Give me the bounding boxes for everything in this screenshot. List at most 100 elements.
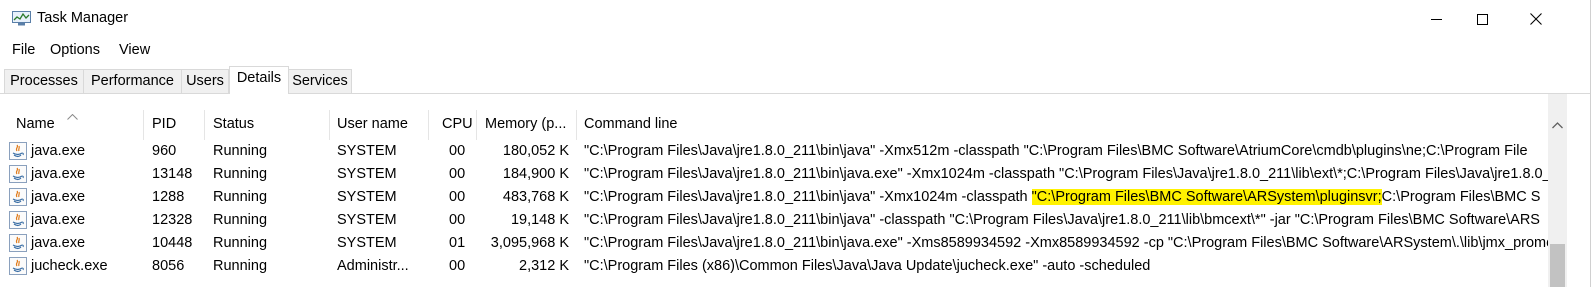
tab-users[interactable]: Users <box>181 69 229 93</box>
sort-ascending-icon <box>67 107 78 123</box>
java-process-icon <box>9 188 27 206</box>
process-name: java.exe <box>31 235 86 251</box>
process-name: java.exe <box>31 166 86 182</box>
process-cpu: 00 <box>449 189 466 205</box>
java-process-icon <box>9 165 27 183</box>
menu-file[interactable]: File <box>12 42 35 58</box>
table-header: Name PID Status User name CPU Memory (p.… <box>0 94 1548 140</box>
vertical-scrollbar[interactable] <box>1548 94 1567 287</box>
column-divider[interactable] <box>143 110 144 140</box>
close-icon <box>1530 13 1542 25</box>
table-row[interactable]: java.exe 1288 Running SYSTEM 00 483,768 … <box>0 186 1548 209</box>
table-row[interactable]: jucheck.exe 8056 Running Administr... 00… <box>0 255 1548 278</box>
command-text: "C:\Program Files\Java\jre1.8.0_211\bin\… <box>584 212 1540 228</box>
table-row[interactable]: java.exe 13148 Running SYSTEM 00 184,900… <box>0 163 1548 186</box>
table-row[interactable]: java.exe 10448 Running SYSTEM 01 3,095,9… <box>0 232 1548 255</box>
process-memory: 483,768 K <box>502 189 569 205</box>
command-text: "C:\Program Files\Java\jre1.8.0_211\bin\… <box>584 166 1548 182</box>
scroll-up-arrow-icon[interactable] <box>1552 116 1563 132</box>
process-name: java.exe <box>31 143 86 159</box>
process-cpu: 00 <box>449 258 466 274</box>
command-highlight: "C:\Program Files\BMC Software\ARSystem\… <box>1031 189 1382 205</box>
menu-bar: File Options View <box>0 38 1590 64</box>
command-text: "C:\Program Files\Java\jre1.8.0_211\bin\… <box>584 235 1548 251</box>
command-text: "C:\Program Files\Java\jre1.8.0_211\bin\… <box>584 189 1032 205</box>
tab-performance[interactable]: Performance <box>83 69 182 93</box>
tab-details[interactable]: Details <box>229 66 289 94</box>
process-pid: 8056 <box>152 258 185 274</box>
minimize-button[interactable] <box>1413 0 1459 38</box>
close-button[interactable] <box>1513 0 1559 38</box>
process-status: Running <box>213 166 268 182</box>
menu-options[interactable]: Options <box>50 42 100 58</box>
tab-strip: Processes Performance Users Details Serv… <box>0 64 1590 94</box>
java-process-icon <box>9 142 27 160</box>
process-command-line: "C:\Program Files\Java\jre1.8.0_211\bin\… <box>584 166 1548 182</box>
process-details-table: Name PID Status User name CPU Memory (p.… <box>0 94 1548 287</box>
process-name: jucheck.exe <box>31 258 108 274</box>
command-text-rest: C:\Program Files\BMC S <box>1381 189 1541 205</box>
window-title: Task Manager <box>37 10 129 26</box>
command-text: "C:\Program Files\Java\jre1.8.0_211\bin\… <box>584 143 1528 159</box>
process-cpu: 00 <box>449 143 466 159</box>
process-command-line: "C:\Program Files\Java\jre1.8.0_211\bin\… <box>584 235 1548 251</box>
tab-processes[interactable]: Processes <box>4 69 84 93</box>
process-memory: 184,900 K <box>502 166 569 182</box>
process-user: SYSTEM <box>337 143 397 159</box>
process-name: java.exe <box>31 189 86 205</box>
tab-services[interactable]: Services <box>288 69 352 93</box>
java-process-icon <box>9 234 27 252</box>
column-divider[interactable] <box>428 110 429 140</box>
minimize-icon <box>1430 18 1442 20</box>
table-row[interactable]: java.exe 960 Running SYSTEM 00 180,052 K… <box>0 140 1548 163</box>
table-row[interactable]: java.exe 12328 Running SYSTEM 00 19,148 … <box>0 209 1548 232</box>
process-user: SYSTEM <box>337 212 397 228</box>
column-header-user-name[interactable]: User name <box>337 116 408 132</box>
process-name: java.exe <box>31 212 86 228</box>
column-header-name[interactable]: Name <box>16 116 55 132</box>
process-user: Administr... <box>337 258 409 274</box>
column-divider[interactable] <box>329 110 330 140</box>
menu-view[interactable]: View <box>119 42 150 58</box>
process-pid: 1288 <box>152 189 185 205</box>
java-process-icon <box>9 257 27 275</box>
column-header-status[interactable]: Status <box>213 116 254 132</box>
task-manager-window: Task Manager File Options View Processes… <box>0 0 1591 287</box>
process-user: SYSTEM <box>337 235 397 251</box>
process-command-line: "C:\Program Files\Java\jre1.8.0_211\bin\… <box>584 143 1528 159</box>
process-command-line: "C:\Program Files (x86)\Common Files\Jav… <box>584 258 1150 274</box>
title-bar[interactable]: Task Manager <box>0 0 1590 38</box>
column-header-command-line[interactable]: Command line <box>584 116 678 132</box>
column-header-memory[interactable]: Memory (p... <box>485 116 566 132</box>
task-manager-icon <box>12 11 31 26</box>
maximize-icon <box>1476 13 1488 25</box>
process-memory: 19,148 K <box>510 212 569 228</box>
scrollbar-thumb[interactable] <box>1550 244 1565 287</box>
process-pid: 13148 <box>152 166 193 182</box>
process-status: Running <box>213 143 268 159</box>
column-header-cpu[interactable]: CPU <box>442 116 473 132</box>
process-pid: 960 <box>152 143 177 159</box>
process-pid: 10448 <box>152 235 193 251</box>
command-text: "C:\Program Files (x86)\Common Files\Jav… <box>584 258 1151 274</box>
column-divider[interactable] <box>576 110 577 140</box>
java-process-icon <box>9 211 27 229</box>
process-status: Running <box>213 235 268 251</box>
process-cpu: 01 <box>449 235 466 251</box>
process-command-line: "C:\Program Files\Java\jre1.8.0_211\bin\… <box>584 189 1540 205</box>
column-divider[interactable] <box>204 110 205 140</box>
process-status: Running <box>213 258 268 274</box>
process-user: SYSTEM <box>337 189 397 205</box>
column-header-pid[interactable]: PID <box>152 116 176 132</box>
column-divider[interactable] <box>476 110 477 140</box>
process-status: Running <box>213 189 268 205</box>
process-user: SYSTEM <box>337 166 397 182</box>
process-command-line: "C:\Program Files\Java\jre1.8.0_211\bin\… <box>584 212 1540 228</box>
process-cpu: 00 <box>449 166 466 182</box>
process-cpu: 00 <box>449 212 466 228</box>
process-pid: 12328 <box>152 212 193 228</box>
process-memory: 3,095,968 K <box>490 235 569 251</box>
maximize-button[interactable] <box>1459 0 1505 38</box>
process-status: Running <box>213 212 268 228</box>
process-memory: 180,052 K <box>502 143 569 159</box>
